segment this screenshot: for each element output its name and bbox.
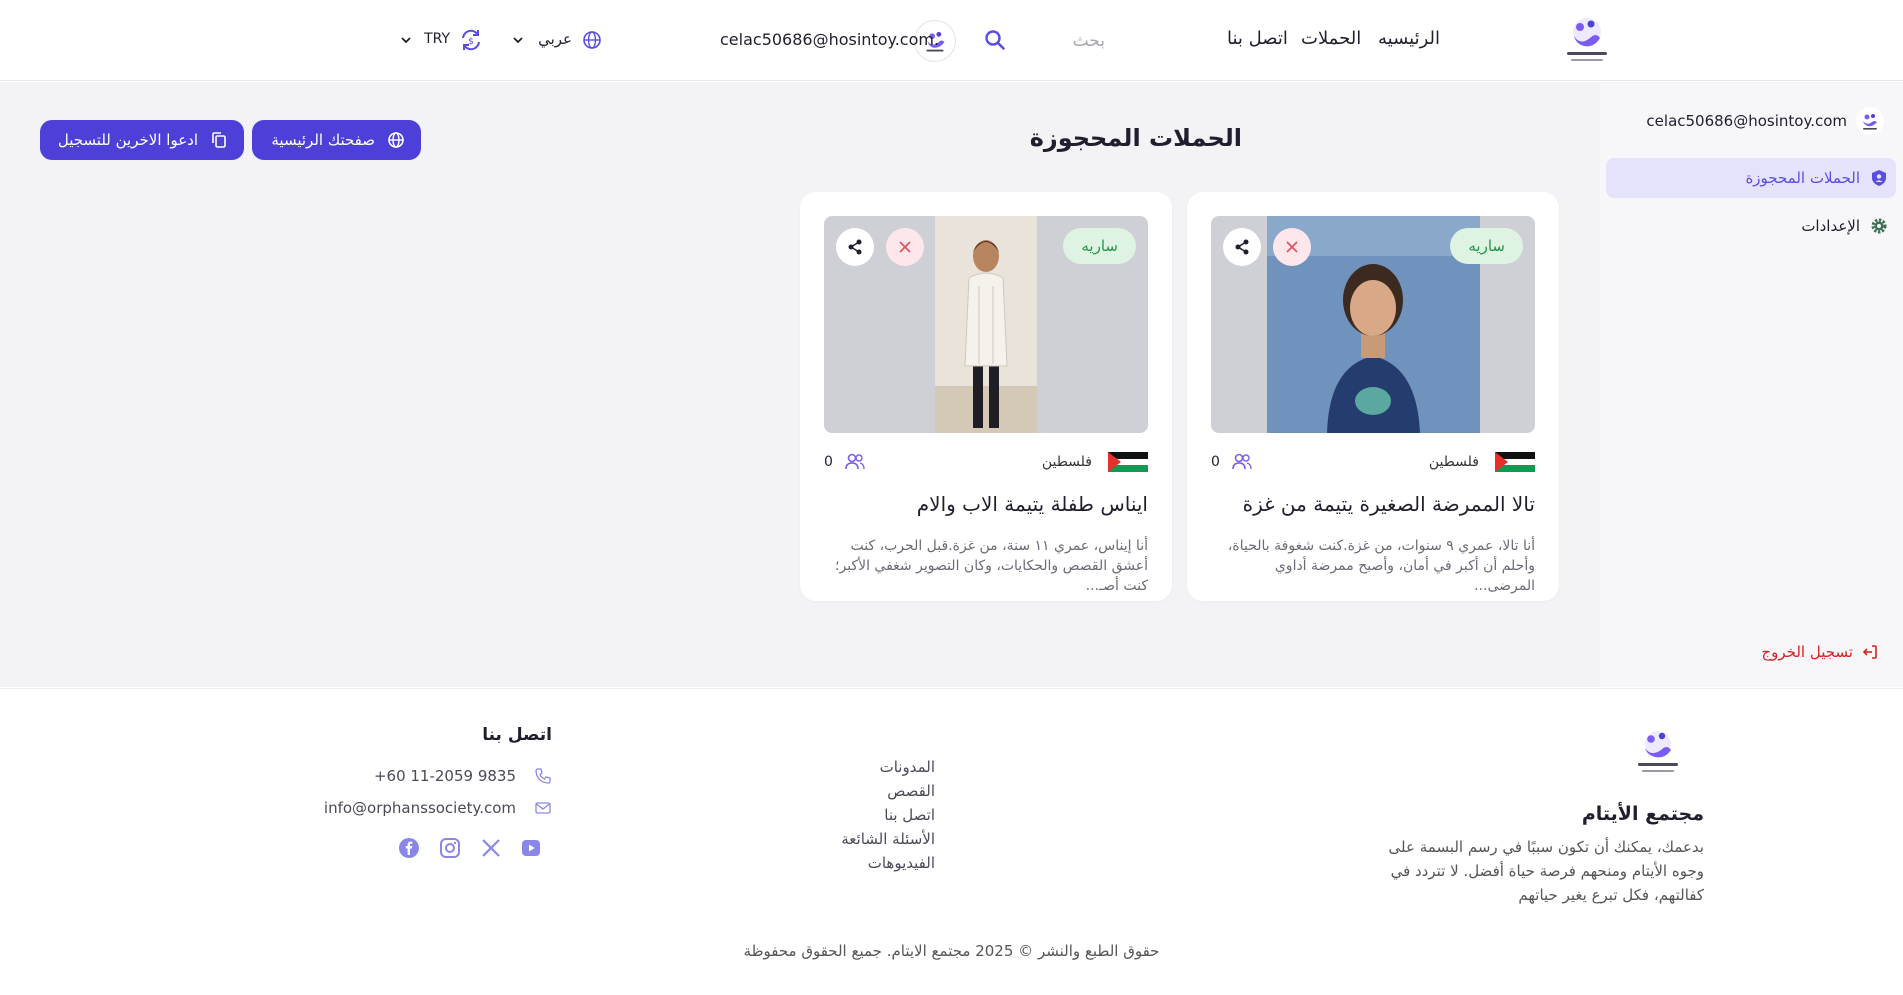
search-icon[interactable] — [984, 29, 1006, 51]
campaign-title[interactable]: ايناس طفلة يتيمة الاب والام — [917, 492, 1148, 516]
phone-icon — [535, 768, 551, 784]
supporters-count: 0 — [1211, 454, 1220, 470]
campaign-card[interactable]: ساريه فلسطين — [800, 192, 1172, 601]
page-title: الحملات المحجوزة — [1029, 124, 1242, 152]
campaign-card[interactable]: ساريه فلسطين — [1187, 192, 1559, 601]
chevron-down-icon — [513, 37, 523, 44]
campaign-description: أنا تالا، عمري ٩ سنوات، من غزة.كنت شغوفة… — [1227, 538, 1535, 594]
user-shield-icon — [1872, 170, 1886, 186]
copyright-text: حقوق الطبع والنشر © 2025 مجتمع الايتام. … — [743, 942, 1160, 960]
footer-org-name: مجتمع الأيتام — [1581, 803, 1704, 825]
campaign-meta: فلسطين 0 — [1211, 450, 1535, 474]
footer-email-address: info@orphanssociety.com — [323, 799, 516, 817]
logout-label: تسجيل الخروج — [1761, 643, 1853, 661]
share-icon — [1235, 239, 1249, 255]
sidebar-item-reserved-campaigns[interactable]: الحملات المحجوزة — [1606, 158, 1896, 198]
status-badge: ساريه — [1450, 228, 1523, 264]
footer-email[interactable]: info@orphanssociety.com — [312, 797, 552, 819]
site-footer: مجتمع الأيتام بدعمك، يمكنك أن تكون سببًا… — [0, 688, 1903, 995]
main-content: الحملات المحجوزة صفحتك الرئيسية ادعوا ال… — [0, 82, 1600, 687]
close-icon — [899, 241, 911, 253]
footer-link-stories[interactable]: القصص — [775, 779, 935, 803]
campaign-title[interactable]: تالا الممرضة الصغيرة يتيمة من غزة — [1243, 492, 1535, 516]
search-input[interactable] — [1025, 26, 1105, 56]
home-page-button-label: صفحتك الرئيسية — [271, 131, 375, 149]
footer-link-blogs[interactable]: المدونات — [775, 755, 935, 779]
mail-icon — [535, 802, 551, 814]
country-label: فلسطين — [1428, 454, 1479, 470]
gear-icon — [1871, 218, 1887, 234]
nav-home[interactable]: الرئيسيه — [1378, 28, 1440, 49]
account-sidebar: celac50686@hosintoy.com الحملات المحجوزة… — [1600, 82, 1903, 687]
currency-label: TRY — [424, 31, 450, 47]
footer-link-faq[interactable]: الأسئلة الشائعة — [775, 827, 935, 851]
header-user-email: celac50686@hosintoy.com. — [720, 30, 940, 49]
orphans-society-logo[interactable] — [1630, 725, 1686, 777]
status-badge: ساريه — [1063, 228, 1136, 264]
x-icon[interactable] — [480, 837, 502, 859]
svg-text:$: $ — [468, 37, 474, 47]
currency-exchange-icon: $ — [462, 29, 480, 51]
language-selector[interactable]: عربي — [512, 28, 602, 52]
logout-icon — [1862, 645, 1877, 659]
campaign-meta: فلسطين 0 — [824, 450, 1148, 474]
remove-button[interactable] — [1273, 228, 1311, 266]
palestine-flag-icon — [1108, 452, 1148, 472]
campaign-description: أنا إيناس، عمري ١١ سنة، من غزة.قبل الحرب… — [835, 538, 1148, 594]
share-button[interactable] — [1223, 228, 1261, 266]
users-icon — [1232, 453, 1252, 470]
logout-button[interactable]: تسجيل الخروج — [1761, 640, 1879, 664]
youtube-icon[interactable] — [520, 837, 542, 859]
currency-selector[interactable]: $ TRY — [400, 26, 484, 54]
social-links — [398, 837, 542, 859]
child-photo — [935, 216, 1037, 433]
facebook-icon[interactable] — [398, 837, 420, 859]
nav-contact[interactable]: اتصل بنا — [1227, 28, 1288, 49]
sidebar-item-label: الإعدادات — [1801, 217, 1860, 235]
palestine-flag-icon — [1495, 452, 1535, 472]
remove-button[interactable] — [886, 228, 924, 266]
footer-link-videos[interactable]: الفيديوهات — [775, 851, 935, 875]
share-icon — [848, 239, 862, 255]
home-page-button[interactable]: صفحتك الرئيسية — [252, 120, 421, 160]
supporters-count: 0 — [824, 454, 833, 470]
close-icon — [1286, 241, 1298, 253]
footer-about-text: بدعمك، يمكنك أن تكون سببًا في رسم البسمة… — [1388, 838, 1704, 904]
sidebar-user-email: celac50686@hosintoy.com — [1646, 112, 1847, 130]
footer-contact-title: اتصل بنا — [482, 725, 552, 745]
instagram-icon[interactable] — [439, 837, 461, 859]
language-label: عربي — [538, 30, 572, 48]
globe-icon — [388, 132, 404, 148]
share-button[interactable] — [836, 228, 874, 266]
country-label: فلسطين — [1041, 454, 1092, 470]
footer-phone[interactable]: +60 11-2059 9835 — [312, 765, 552, 787]
invite-others-button[interactable]: ادعوا الاخرين للتسجيل — [40, 120, 244, 160]
campaign-photo[interactable]: ساريه — [824, 216, 1148, 433]
nav-campaigns[interactable]: الحملات — [1301, 28, 1361, 49]
campaign-photo[interactable]: ساريه — [1211, 216, 1535, 433]
footer-phone-number: +60 11-2059 9835 — [373, 767, 516, 785]
sidebar-item-label: الحملات المحجوزة — [1745, 169, 1860, 187]
users-icon — [845, 453, 865, 470]
invite-others-button-label: ادعوا الاخرين للتسجيل — [57, 131, 198, 149]
orphans-society-logo[interactable] — [1558, 12, 1616, 68]
sidebar-item-settings[interactable]: الإعدادات — [1606, 206, 1896, 246]
globe-icon — [583, 31, 601, 49]
avatar — [1856, 107, 1884, 135]
chevron-down-icon — [401, 37, 411, 44]
copy-icon — [212, 132, 226, 148]
sidebar-user: celac50686@hosintoy.com — [1625, 106, 1885, 136]
top-header: الرئيسيه الحملات اتصل بنا celac50686@hos… — [0, 0, 1903, 81]
footer-link-contact[interactable]: اتصل بنا — [775, 803, 935, 827]
footer-links: المدونات القصص اتصل بنا الأسئلة الشائعة … — [775, 755, 935, 875]
